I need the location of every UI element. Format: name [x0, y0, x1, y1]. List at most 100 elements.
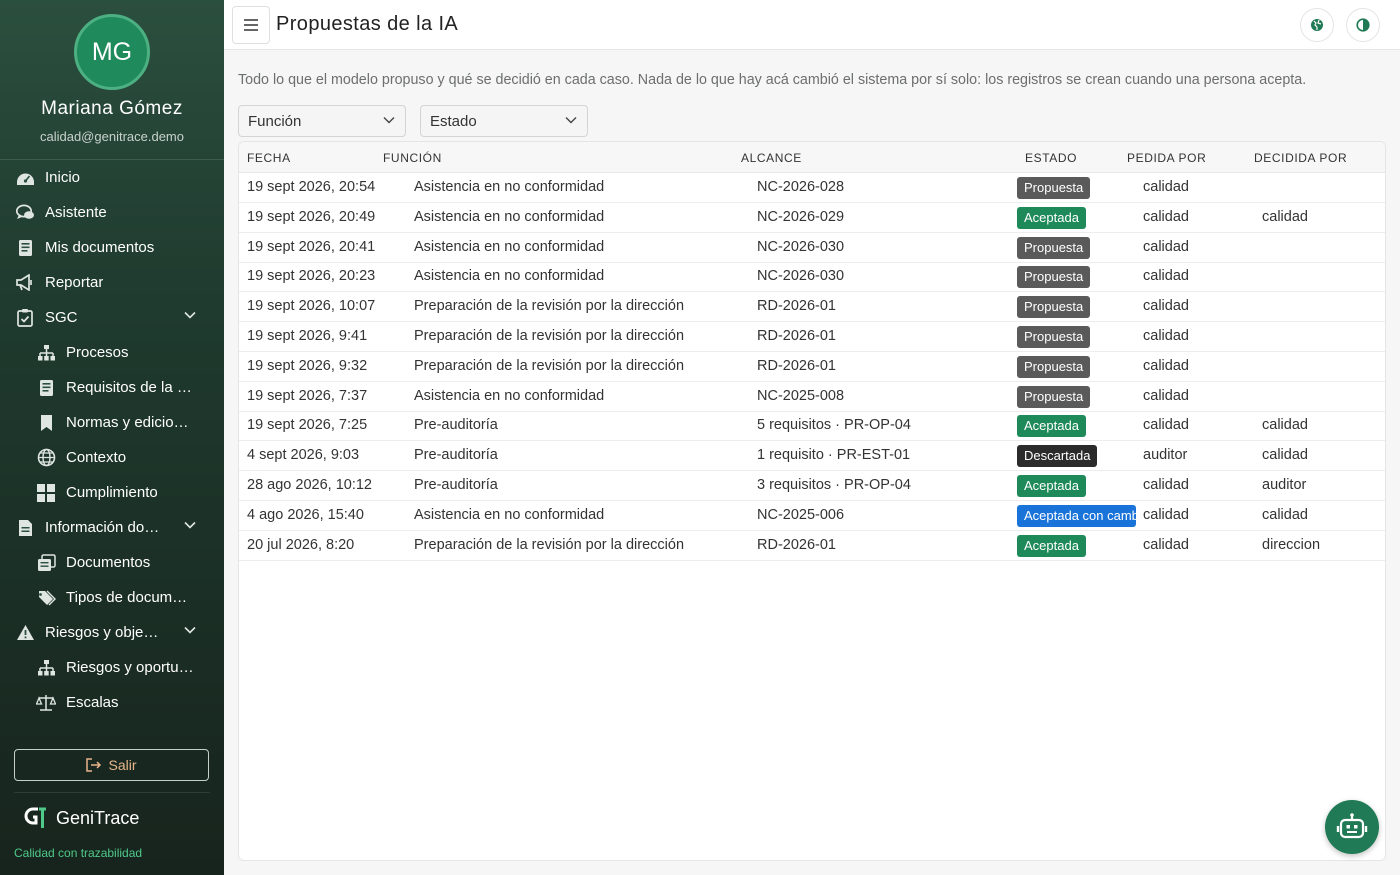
language-button[interactable]: [1300, 8, 1334, 42]
genitrace-logo-icon: [24, 807, 46, 828]
table-row[interactable]: 20 jul 2026, 8:20 Preparación de la revis…: [239, 531, 1385, 561]
column-header-fecha[interactable]: FECHA: [247, 151, 291, 165]
filter-funcion-select[interactable]: Función: [238, 105, 406, 137]
cell-funcion: Pre-auditoría: [414, 447, 498, 464]
sidebar: MG Mariana Gómez calidad@genitrace.demo …: [0, 0, 224, 875]
table-row[interactable]: 19 sept 2026, 20:23 Asistencia en no conf…: [239, 262, 1385, 293]
chat-icon: [15, 203, 35, 223]
sidebar-item-documentos[interactable]: Documentos: [0, 545, 224, 580]
cell-fecha: 19 sept 2026, 20:23: [247, 268, 376, 285]
sidebar-item-escalas[interactable]: Escalas: [0, 685, 224, 720]
column-header-decidida-por[interactable]: DECIDIDA POR: [1254, 151, 1347, 165]
table-row[interactable]: 19 sept 2026, 9:41 Preparación de la revi…: [239, 322, 1385, 352]
logout-button[interactable]: Salir: [14, 749, 209, 781]
hamburger-icon: [244, 19, 258, 31]
cell-funcion: Asistencia en no conformidad: [414, 268, 605, 285]
cell-fecha: 19 sept 2026, 10:07: [247, 298, 376, 315]
cell-alcance: NC-2025-008: [757, 387, 845, 404]
table-row[interactable]: 4 sept 2026, 9:03 Pre-auditoría 1 requisit…: [239, 441, 1385, 472]
cell-alcance: NC-2026-030: [757, 238, 845, 255]
sidebar-item-label: Tipos de documento: [66, 589, 194, 606]
status-badge: Aceptada: [1017, 415, 1086, 438]
theme-toggle-button[interactable]: [1346, 8, 1380, 42]
cell-funcion: Pre-auditoría: [414, 417, 498, 434]
sidebar-item-label: Documentos: [66, 554, 151, 571]
cell-pedida-por: calidad: [1143, 477, 1189, 493]
cell-pedida-por: calidad: [1143, 238, 1189, 255]
clipboard-check-icon: [15, 308, 35, 328]
globe-icon: [1311, 19, 1323, 31]
globe-icon: [36, 448, 56, 468]
cell-funcion: Asistencia en no conformidad: [414, 387, 605, 404]
cell-alcance: RD-2026-01: [757, 536, 836, 553]
sidebar-item-inicio[interactable]: Inicio: [0, 160, 224, 195]
sidebar-item-label: Inicio: [45, 169, 81, 186]
table-row[interactable]: 4 ago 2026, 15:40 Asistencia en no confor…: [239, 501, 1385, 531]
sidebar-item-label: Requisitos de la norma: [66, 379, 194, 396]
cell-decidida-por: calidad: [1262, 506, 1308, 523]
sidebar-item-reportar[interactable]: Reportar: [0, 265, 224, 300]
status-badge: Descartada: [1017, 445, 1098, 468]
proposals-table: FECHA FUNCIÓN ALCANCE ESTADO PEDIDA POR …: [238, 141, 1386, 861]
sidebar-item-contexto[interactable]: Contexto: [0, 440, 224, 475]
column-header-estado[interactable]: ESTADO: [1025, 151, 1077, 165]
divider: [14, 792, 210, 793]
filter-estado-select[interactable]: Estado: [420, 105, 588, 137]
sidebar-item-sgc[interactable]: SGC: [0, 300, 224, 335]
sidebar-item-label: Procesos: [66, 344, 129, 361]
table-row[interactable]: 19 sept 2026, 20:49 Asistencia en no conf…: [239, 203, 1385, 233]
sidebar-item-label: SGC: [45, 309, 78, 326]
status-badge: Aceptada: [1017, 206, 1086, 229]
profile-section: MG Mariana Gómez calidad@genitrace.demo: [0, 0, 224, 160]
sidebar-item-asistente[interactable]: Asistente: [0, 195, 224, 230]
cell-alcance: RD-2026-01: [757, 298, 836, 315]
sidebar-item-tipos-documento[interactable]: Tipos de documento: [0, 580, 224, 615]
document-icon: [15, 238, 35, 258]
sidebar-item-procesos[interactable]: Procesos: [0, 335, 224, 370]
page-description: Todo lo que el modelo propuso y qué se d…: [238, 72, 1307, 88]
cell-fecha: 19 sept 2026, 7:25: [247, 417, 368, 434]
cell-fecha: 19 sept 2026, 20:41: [247, 238, 376, 255]
cell-pedida-por: calidad: [1143, 179, 1189, 195]
sidebar-item-requisitos[interactable]: Requisitos de la norma: [0, 370, 224, 405]
table-row[interactable]: 19 sept 2026, 7:37 Asistencia en no confo…: [239, 382, 1385, 412]
brand-tagline: Calidad con trazabilidad: [14, 846, 143, 860]
status-badge: Aceptada con cambios: [1017, 504, 1136, 527]
table-row[interactable]: 19 sept 2026, 20:54 Asistencia en no conf…: [239, 173, 1385, 203]
cell-decidida-por: calidad: [1262, 417, 1308, 434]
sitemap-icon: [36, 658, 56, 678]
sidebar-item-normas[interactable]: Normas y ediciones: [0, 405, 224, 440]
table-row[interactable]: 19 sept 2026, 9:32 Preparación de la revi…: [239, 352, 1385, 382]
sidebar-item-informacion-documentada[interactable]: Información documentada: [0, 510, 224, 545]
sidebar-item-label: Información documentada: [45, 519, 161, 536]
column-header-funcion[interactable]: FUNCIÓN: [383, 151, 442, 165]
table-row[interactable]: 19 sept 2026, 20:41 Asistencia en no conf…: [239, 233, 1385, 263]
document-icon: [36, 378, 56, 398]
menu-toggle-button[interactable]: [232, 6, 270, 44]
column-header-alcance[interactable]: ALCANCE: [741, 151, 802, 165]
cell-funcion: Preparación de la revisión por la direcc…: [414, 536, 685, 553]
column-header-pedida-por[interactable]: PEDIDA POR: [1127, 151, 1206, 165]
sidebar-item-riesgos-oportunidades[interactable]: Riesgos y oportunidades: [0, 650, 224, 685]
avatar[interactable]: MG: [74, 14, 150, 90]
status-badge: Propuesta: [1017, 385, 1091, 408]
logout-icon: [86, 758, 102, 772]
cell-fecha: 4 ago 2026, 15:40: [247, 506, 364, 523]
assistant-fab-button[interactable]: [1325, 800, 1379, 854]
table-row[interactable]: 19 sept 2026, 7:25 Pre-auditoría 5 requisi…: [239, 411, 1385, 442]
cell-decidida-por: calidad: [1262, 447, 1308, 464]
sidebar-item-riesgos-objetivos[interactable]: Riesgos y objetivos: [0, 615, 224, 650]
table-row[interactable]: 19 sept 2026, 10:07 Preparación de la rev…: [239, 292, 1385, 323]
cell-alcance: 3 requisitos · PR-OP-04: [757, 477, 911, 493]
status-badge: Propuesta: [1017, 236, 1091, 259]
cell-funcion: Preparación de la revisión por la direcc…: [414, 357, 685, 374]
chevron-down-icon: [184, 626, 196, 634]
table-row[interactable]: 28 ago 2026, 10:12 Pre-auditoría 3 requisi…: [239, 471, 1385, 501]
sidebar-item-cumplimiento[interactable]: Cumplimiento: [0, 475, 224, 510]
brand-logo: GeniTrace: [24, 806, 139, 830]
scale-icon: [36, 693, 56, 713]
sidebar-item-mis-documentos[interactable]: Mis documentos: [0, 230, 224, 265]
top-bar: Propuestas de la IA: [224, 0, 1400, 50]
cell-funcion: Preparación de la revisión por la direcc…: [414, 298, 685, 315]
filter-estado-label: Estado: [430, 112, 477, 130]
